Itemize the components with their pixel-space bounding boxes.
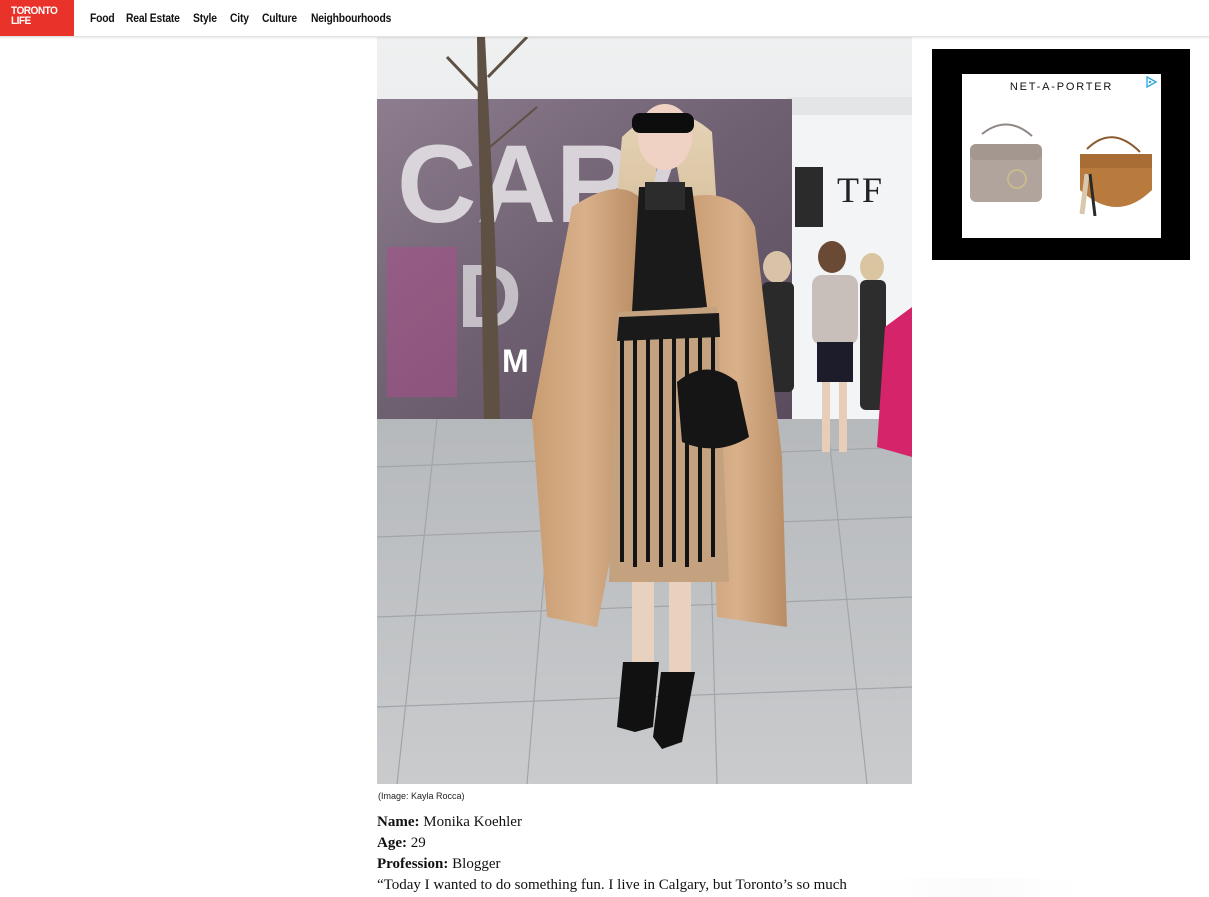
logo-line-2: LIFE [11,15,31,27]
ad-product-image [970,123,1152,217]
nav-link-style[interactable]: Style [193,11,217,25]
article-body: Name: Monika Koehler Age: 29 Profession:… [377,812,897,896]
svg-text:M: M [502,343,529,379]
main-nav: Food Real Estate Style City Culture Neig… [90,0,401,36]
nav-item-culture: Culture [262,11,311,25]
profession-value: Blogger [452,856,501,872]
street-style-photo: TF CARA D M [377,37,912,784]
nav-item-neighbourhoods: Neighbourhoods [311,11,401,25]
nav-link-culture[interactable]: Culture [262,11,297,25]
name-line: Name: Monika Koehler [377,812,897,833]
quote-text: “Today I wanted to do something fun. I l… [377,877,847,893]
nav-item-style: Style [193,11,230,25]
nav-item-city: City [230,11,262,25]
name-label: Name: [377,814,420,830]
photo-caption: (Image: Kayla Rocca) [378,791,465,801]
site-header: TORONTO LIFE Food Real Estate Style City… [0,0,1209,37]
nav-link-city[interactable]: City [230,11,249,25]
nav-link-food[interactable]: Food [90,11,115,25]
age-value: 29 [410,835,426,851]
nav-item-real-estate: Real Estate [126,11,193,25]
sidebar-advertisement[interactable]: NET-A-PORTER [932,49,1190,260]
age-line: Age: 29 [377,833,897,854]
ad-creative[interactable]: NET-A-PORTER [962,74,1161,238]
profession-line: Profession: Blogger [377,854,897,875]
nav-link-real-estate[interactable]: Real Estate [126,11,180,25]
adchoices-icon[interactable] [1145,76,1157,88]
ad-brand-name: NET-A-PORTER [1009,81,1114,93]
scroll-fade [870,878,1080,897]
name-value: Monika Koehler [423,814,522,830]
nav-item-food: Food [90,11,126,25]
svg-text:TF: TF [837,170,885,210]
profession-label: Profession: [377,856,449,872]
age-label: Age: [377,835,407,851]
nav-link-neighbourhoods[interactable]: Neighbourhoods [311,11,391,25]
toronto-life-logo[interactable]: TORONTO LIFE [0,0,74,36]
